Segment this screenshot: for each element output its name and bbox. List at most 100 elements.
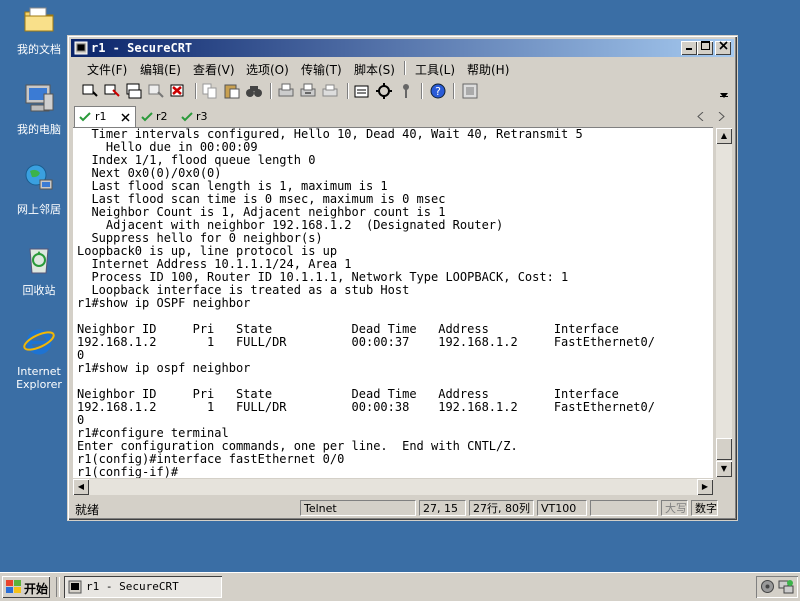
securecrt-icon: [74, 41, 88, 55]
taskbar-separator: [56, 577, 60, 597]
minimize-button[interactable]: [681, 41, 697, 55]
network-status-icon[interactable]: [778, 579, 794, 595]
maximize-button[interactable]: [697, 41, 713, 55]
scroll-down-button[interactable]: ▼: [716, 461, 732, 477]
ie-icon: [23, 329, 55, 355]
find-icon[interactable]: [245, 82, 263, 100]
tab-label: r1: [95, 110, 107, 123]
close-button[interactable]: [715, 41, 731, 55]
session-options-icon[interactable]: [353, 82, 371, 100]
reconnect-icon[interactable]: [147, 82, 165, 100]
desktop-icon-my-computer[interactable]: 我的电脑: [8, 82, 70, 136]
toolbar-separator: [453, 83, 455, 99]
status-num-lock: 数字: [691, 500, 718, 516]
check-icon: [181, 112, 193, 122]
folder-icon: [24, 7, 54, 32]
taskbar-item-label: r1 - SecureCRT: [86, 580, 179, 593]
network-icon: [25, 164, 53, 190]
key-icon[interactable]: [397, 82, 415, 100]
volume-icon[interactable]: [760, 579, 775, 594]
desktop-icon-network[interactable]: 网上邻居: [8, 162, 70, 216]
status-terminal-size: 27行, 80列: [469, 500, 534, 516]
securecrt-icon: [68, 580, 82, 594]
desktop-icon-label: 我的文档: [17, 43, 61, 56]
close-tab-icon[interactable]: [121, 113, 130, 122]
print-selection-icon[interactable]: [299, 82, 317, 100]
desktop-icon-my-documents[interactable]: 我的文档: [8, 2, 70, 56]
print-icon[interactable]: [277, 82, 295, 100]
minimize-icon: [686, 48, 692, 50]
start-button[interactable]: 开始: [2, 576, 50, 598]
toolbar-separator: [347, 83, 349, 99]
menu-view[interactable]: 查看(V): [193, 61, 235, 78]
help-icon[interactable]: ?: [429, 82, 447, 100]
print-setup-icon[interactable]: [321, 82, 339, 100]
menu-separator: [404, 61, 406, 75]
status-blank: [590, 500, 658, 516]
close-icon: [718, 41, 728, 50]
menu-help[interactable]: 帮助(H): [467, 61, 509, 78]
title-bar[interactable]: r1 - SecureCRT: [71, 39, 734, 57]
connect-icon[interactable]: [81, 82, 99, 100]
paste-icon[interactable]: [223, 82, 241, 100]
desktop-icon-label: 网上邻居: [17, 203, 61, 216]
scroll-up-button[interactable]: ▲: [716, 128, 732, 144]
status-protocol: Telnet: [300, 500, 416, 516]
check-icon: [79, 112, 91, 122]
start-label: 开始: [24, 582, 49, 596]
system-tray: [756, 576, 798, 598]
status-terminal-type: VT100: [537, 500, 587, 516]
menu-tools[interactable]: 工具(L): [415, 61, 455, 78]
tab-scroll-left-icon[interactable]: [697, 112, 705, 121]
toolbar-separator: [421, 83, 423, 99]
desktop-icon-internet-explorer[interactable]: Internet Explorer: [8, 324, 70, 391]
toolbar: ?: [71, 80, 734, 102]
tab-r2[interactable]: r2: [139, 108, 173, 126]
terminal-text: Timer intervals configured, Hello 10, De…: [77, 127, 655, 478]
menu-options[interactable]: 选项(O): [246, 61, 289, 78]
recycle-bin-icon: [29, 248, 49, 274]
securecrt-window: r1 - SecureCRT 文件(F) 编辑(E) 查看(V) 选项(O) 传…: [67, 35, 738, 521]
keymap-icon[interactable]: [461, 82, 479, 100]
menu-transfer[interactable]: 传输(T): [301, 61, 342, 78]
session-tabs: r1 r2 r3: [71, 106, 734, 127]
status-caps-lock: 大写: [661, 500, 688, 516]
window-title: r1 - SecureCRT: [91, 41, 193, 55]
status-ready: 就绪: [75, 503, 100, 517]
menu-bar: 文件(F) 编辑(E) 查看(V) 选项(O) 传输(T) 脚本(S) 工具(L…: [71, 58, 734, 78]
global-options-icon[interactable]: [375, 82, 393, 100]
desktop-icon-label: 我的电脑: [17, 123, 61, 136]
menu-script[interactable]: 脚本(S): [354, 61, 395, 78]
quick-connect-icon[interactable]: [103, 82, 121, 100]
copy-icon[interactable]: [201, 82, 219, 100]
toolbar-separator: [270, 83, 272, 99]
menu-file[interactable]: 文件(F): [87, 61, 127, 78]
windows-logo-icon: [6, 580, 21, 593]
menu-edit[interactable]: 编辑(E): [140, 61, 181, 78]
tab-label: r2: [156, 110, 168, 123]
status-cursor-position: 27, 15: [419, 500, 466, 516]
status-bar: 就绪 Telnet 27, 15 27行, 80列 VT100 大写 数字: [71, 499, 734, 517]
desktop-icon-recycle-bin[interactable]: 回收站: [8, 243, 70, 297]
scroll-left-button[interactable]: ◀: [73, 479, 89, 495]
disconnect-icon[interactable]: [169, 82, 187, 100]
connect-in-tab-icon[interactable]: [125, 82, 143, 100]
scroll-thumb[interactable]: [716, 438, 732, 460]
tab-scroll-right-icon[interactable]: [717, 112, 725, 121]
desktop-icon-label: Internet Explorer: [16, 365, 62, 391]
maximize-icon: [700, 41, 710, 50]
toolbar-overflow-icon[interactable]: [718, 82, 730, 100]
taskbar: 开始 r1 - SecureCRT: [0, 572, 800, 601]
check-icon: [141, 112, 153, 122]
toolbar-separator: [195, 83, 197, 99]
computer-icon: [25, 84, 54, 112]
tab-r1[interactable]: r1: [74, 106, 136, 127]
taskbar-item-securecrt[interactable]: r1 - SecureCRT: [64, 576, 222, 598]
tab-label: r3: [196, 110, 208, 123]
scroll-right-button[interactable]: ▶: [697, 479, 713, 495]
horizontal-scrollbar[interactable]: ◀ ▶: [73, 479, 713, 495]
svg-text:?: ?: [435, 85, 441, 98]
tab-r3[interactable]: r3: [179, 108, 213, 126]
terminal-output[interactable]: Timer intervals configured, Hello 10, De…: [73, 127, 713, 478]
vertical-scrollbar[interactable]: ▲ ▼: [716, 128, 732, 477]
